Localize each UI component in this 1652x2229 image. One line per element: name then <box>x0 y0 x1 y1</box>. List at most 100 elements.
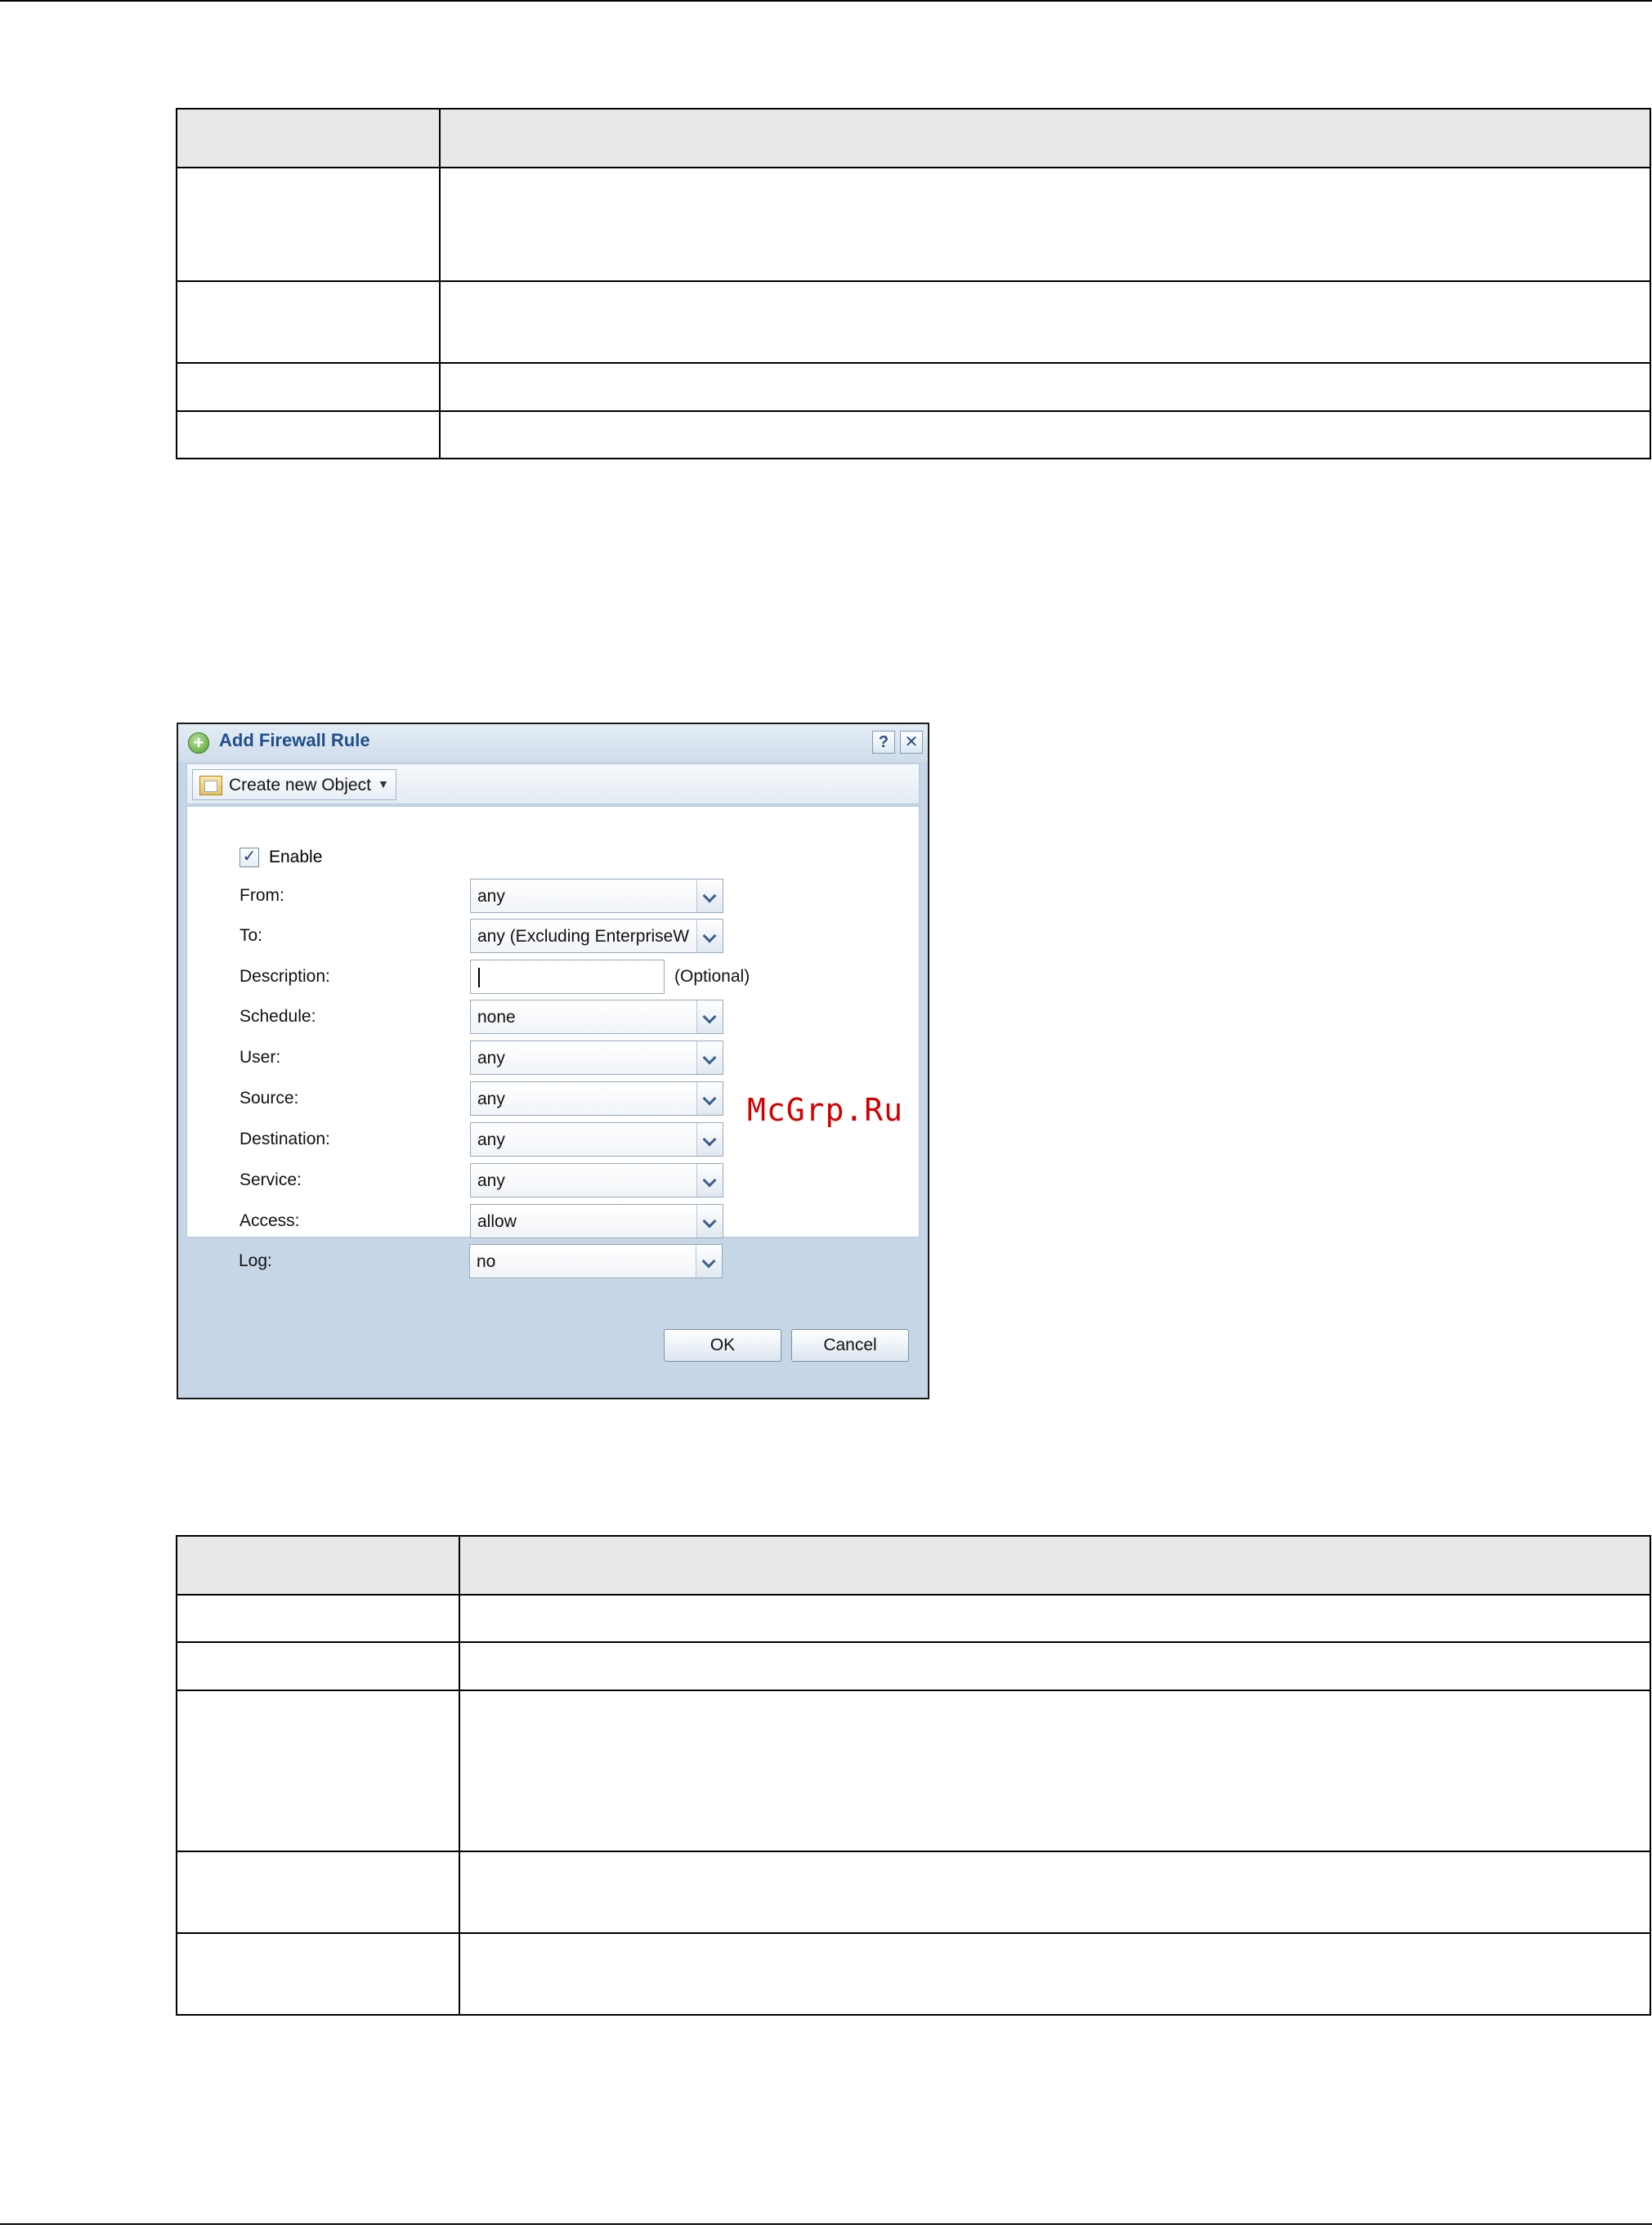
to-select[interactable]: any (Excluding EnterpriseWL <box>470 919 723 953</box>
chevron-down-icon[interactable] <box>696 1245 722 1278</box>
chevron-down-icon[interactable] <box>696 920 723 952</box>
table-row <box>176 410 1651 459</box>
source-label: Source: <box>240 1089 299 1108</box>
table-row <box>176 1932 1651 2016</box>
log-select[interactable]: no <box>469 1244 723 1278</box>
dialog-toolbar: Create new Object ▼ <box>186 763 920 804</box>
table-cell <box>459 1851 1651 1934</box>
service-select[interactable]: any <box>470 1163 723 1197</box>
table-cell <box>439 410 1651 459</box>
description-table-top <box>176 108 1651 459</box>
table-row <box>176 362 1651 412</box>
text-cursor <box>478 968 480 987</box>
table-row <box>176 1851 1651 1934</box>
log-row: Log: no <box>239 1244 770 1280</box>
table-cell <box>176 1594 460 1643</box>
chevron-down-icon[interactable] <box>696 1123 723 1156</box>
table-cell <box>176 362 441 412</box>
table-cell <box>439 167 1651 282</box>
table-cell <box>459 1932 1651 2016</box>
table-row <box>176 1594 1651 1643</box>
user-select[interactable]: any <box>470 1041 723 1075</box>
schedule-value: none <box>477 1008 516 1027</box>
close-button[interactable]: ✕ <box>900 731 923 754</box>
schedule-row: Schedule: none <box>240 1000 771 1036</box>
to-row: To: any (Excluding EnterpriseWL <box>240 919 771 955</box>
table-cell <box>176 1932 460 2016</box>
from-row: From: any <box>240 879 771 915</box>
to-label: To: <box>240 926 263 945</box>
access-row: Access: allow <box>240 1204 771 1240</box>
table-row <box>176 1641 1651 1691</box>
optional-hint: (Optional) <box>674 967 750 986</box>
schedule-select[interactable]: none <box>470 1000 723 1034</box>
table-cell <box>176 1535 460 1596</box>
chevron-down-icon: ▼ <box>378 777 389 790</box>
table-cell <box>176 1690 460 1852</box>
table-cell <box>176 1641 460 1691</box>
chevron-down-icon[interactable] <box>696 1164 723 1197</box>
dialog-form: ✓ Enable From: any To: any (Excluding En… <box>186 806 920 1238</box>
create-new-object-label: Create new Object <box>229 776 371 794</box>
destination-select[interactable]: any <box>470 1122 723 1157</box>
table-cell <box>176 280 441 364</box>
source-row: Source: any <box>240 1081 771 1117</box>
dialog-titlebar: + Add Firewall Rule ? ✕ <box>178 724 928 762</box>
description-row: Description: (Optional) <box>240 960 771 996</box>
chevron-down-icon[interactable] <box>696 1082 723 1115</box>
description-input[interactable] <box>470 960 665 994</box>
table-cell <box>176 1851 460 1934</box>
destination-value: any <box>477 1130 505 1149</box>
access-select[interactable]: allow <box>470 1204 723 1238</box>
service-row: Service: any <box>240 1163 771 1199</box>
from-value: any <box>477 887 505 906</box>
ok-button[interactable]: OK <box>664 1329 781 1362</box>
table-header-row <box>176 108 1651 168</box>
table-cell <box>176 167 441 282</box>
source-value: any <box>477 1090 505 1108</box>
chevron-down-icon[interactable] <box>696 1000 723 1033</box>
to-value: any (Excluding EnterpriseWL <box>477 927 690 946</box>
table-row <box>176 280 1651 364</box>
destination-row: Destination: any <box>240 1122 771 1158</box>
from-select[interactable]: any <box>470 879 723 913</box>
service-label: Service: <box>240 1170 302 1189</box>
table-cell <box>439 362 1651 412</box>
enable-checkbox[interactable]: ✓ <box>240 848 259 867</box>
access-label: Access: <box>240 1211 300 1230</box>
table-row <box>176 1690 1651 1852</box>
chevron-down-icon[interactable] <box>696 1041 723 1074</box>
object-icon <box>199 776 222 795</box>
dialog-title: Add Firewall Rule <box>219 730 370 750</box>
create-new-object-button[interactable]: Create new Object ▼ <box>192 769 396 800</box>
table-header-row <box>176 1535 1651 1596</box>
table-cell <box>459 1535 1651 1596</box>
watermark: McGrp.Ru <box>747 1092 904 1128</box>
user-row: User: any <box>240 1041 771 1076</box>
service-value: any <box>477 1171 505 1190</box>
user-label: User: <box>240 1048 281 1067</box>
table-cell <box>459 1594 1651 1643</box>
page-top-rule <box>0 0 1652 2</box>
from-label: From: <box>240 886 284 905</box>
description-table-bottom <box>176 1535 1651 2016</box>
cancel-button[interactable]: Cancel <box>791 1329 909 1362</box>
add-rule-icon: + <box>188 732 209 754</box>
table-cell <box>176 410 441 459</box>
table-cell <box>459 1690 1651 1852</box>
schedule-label: Schedule: <box>240 1007 316 1026</box>
user-value: any <box>477 1049 505 1068</box>
help-button[interactable]: ? <box>872 731 895 754</box>
table-cell <box>176 108 441 168</box>
add-firewall-rule-dialog: + Add Firewall Rule ? ✕ Create new Objec… <box>177 723 929 1399</box>
log-value: no <box>477 1252 496 1271</box>
table-cell <box>439 280 1651 364</box>
table-cell <box>439 108 1651 168</box>
chevron-down-icon[interactable] <box>696 1205 723 1238</box>
chevron-down-icon[interactable] <box>696 880 723 912</box>
enable-label: Enable <box>269 848 323 866</box>
page-bottom-rule <box>0 2223 1652 2225</box>
table-cell <box>459 1641 1651 1691</box>
source-select[interactable]: any <box>470 1081 723 1116</box>
table-row <box>176 167 1651 282</box>
